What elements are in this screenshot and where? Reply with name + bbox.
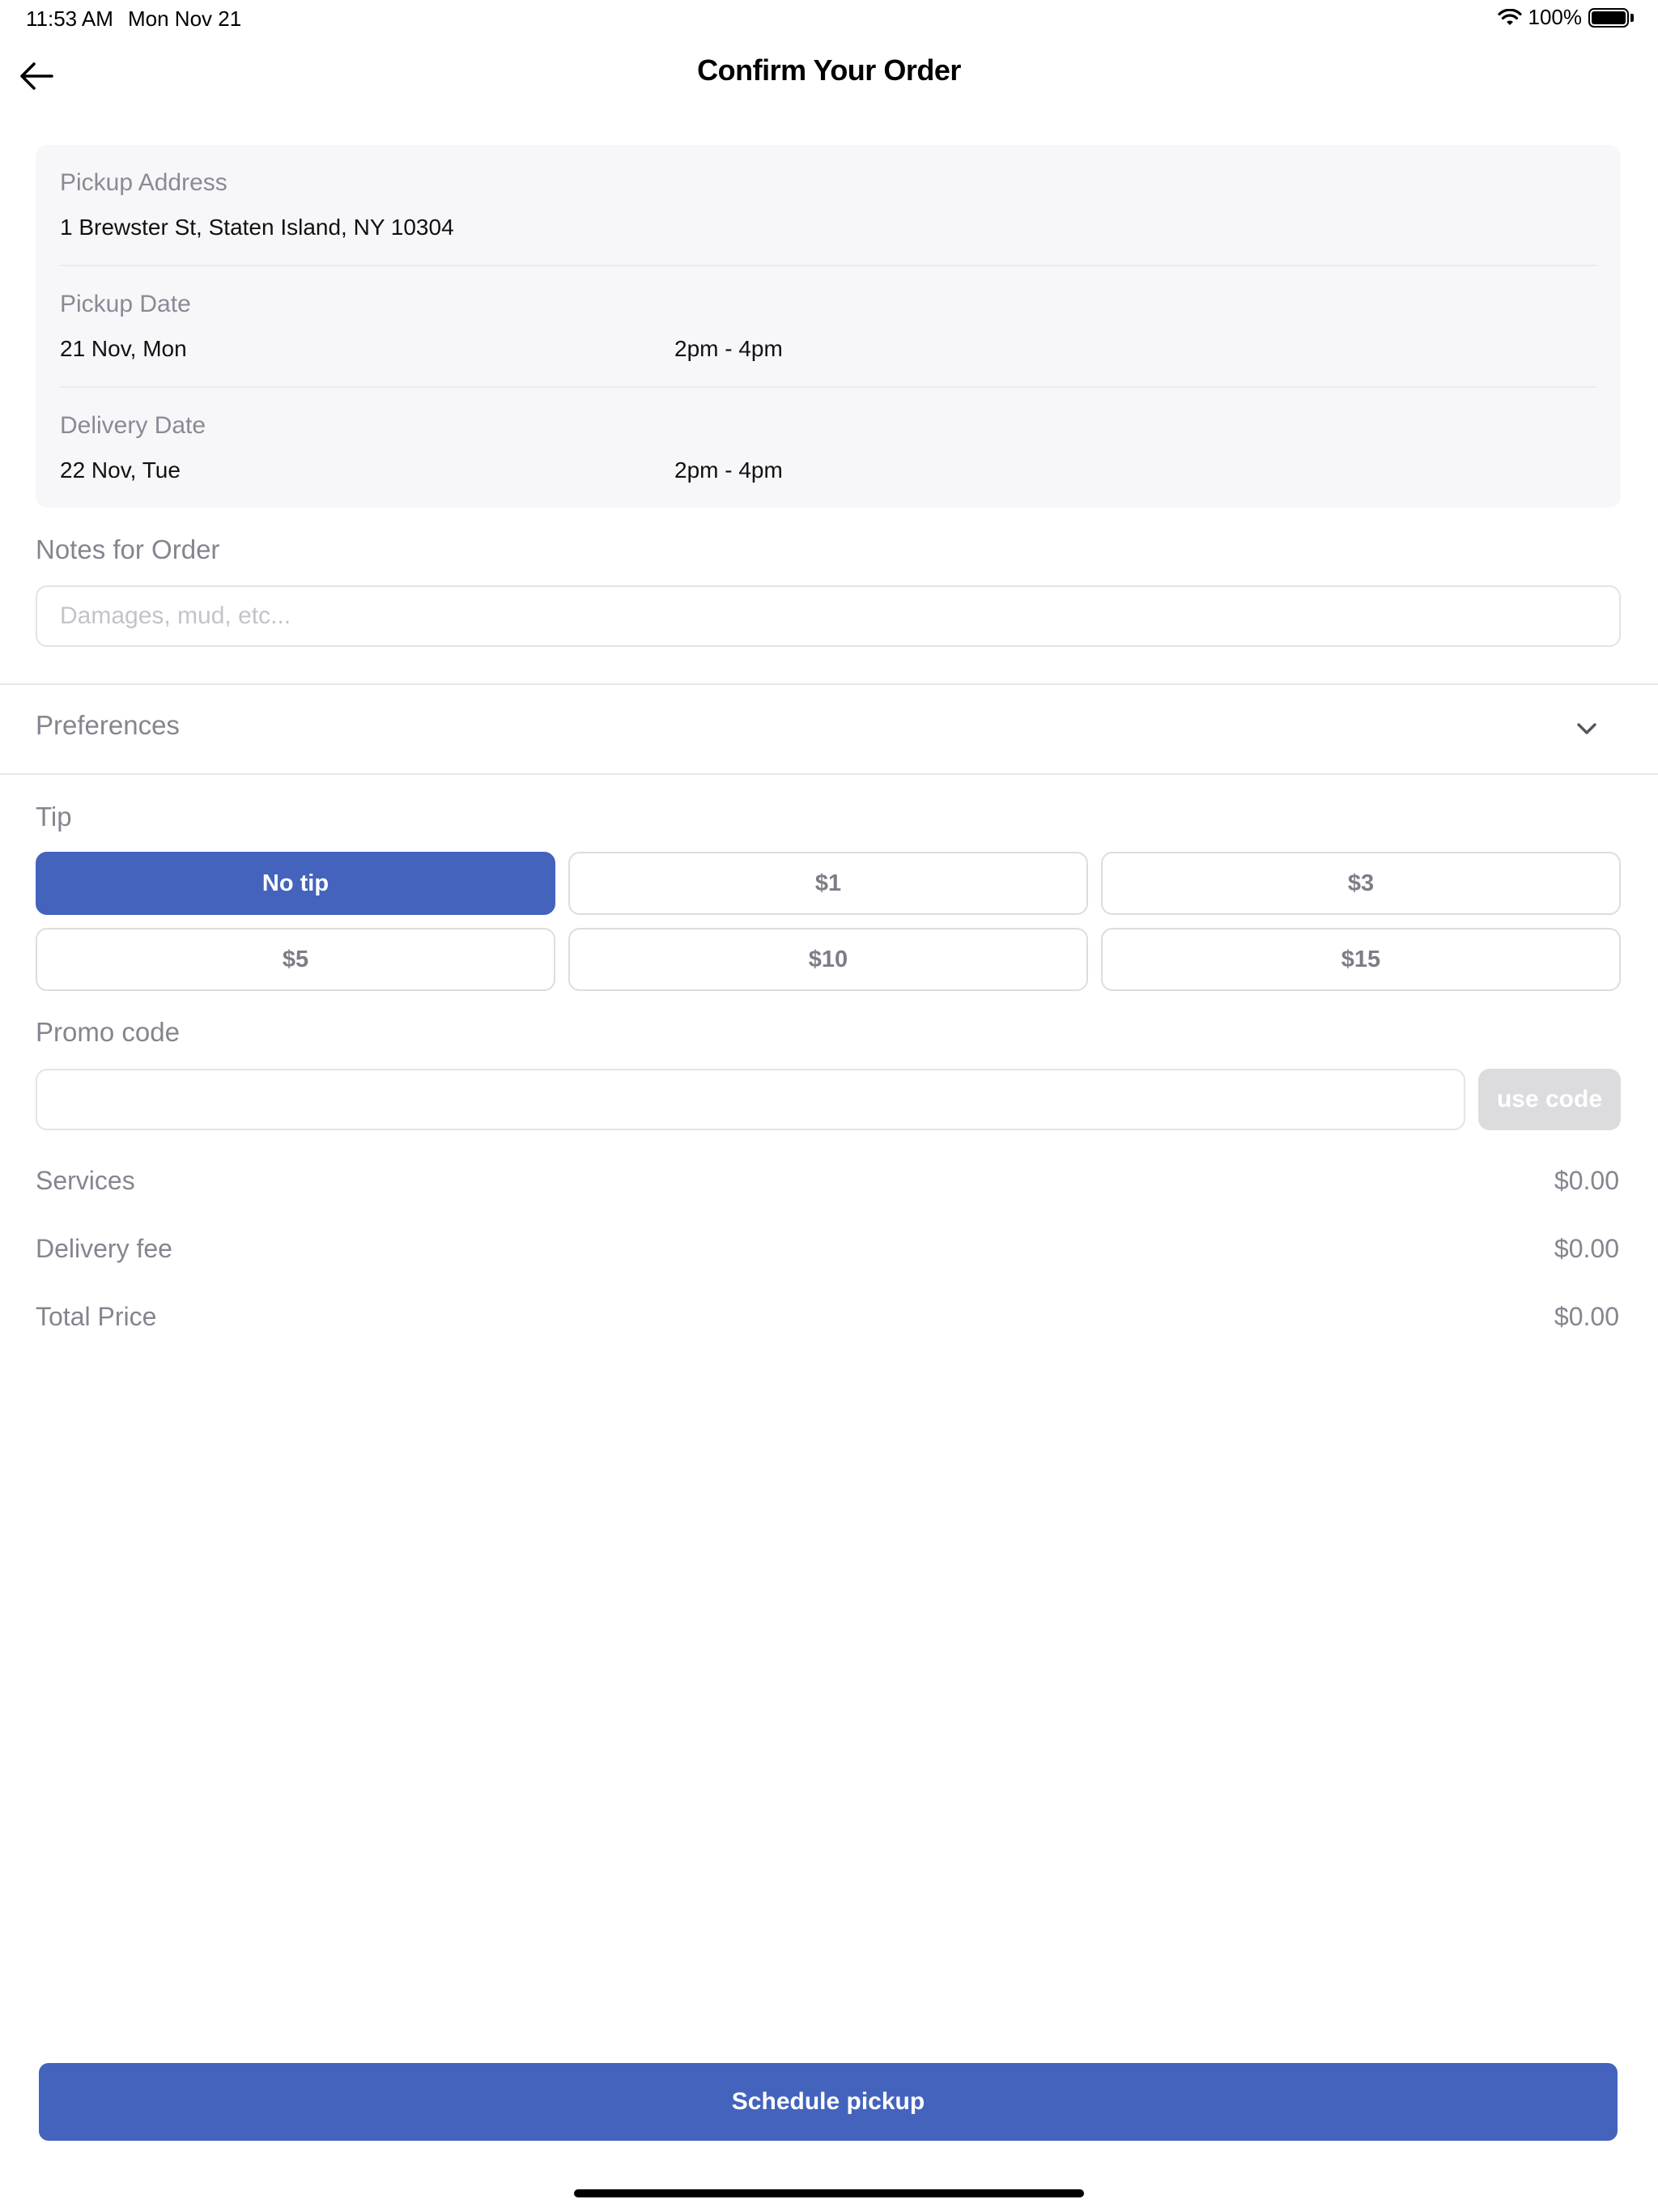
preferences-toggle[interactable]: Preferences [36,710,180,741]
tip-option-no-tip[interactable]: No tip [36,852,555,915]
chevron-down-icon[interactable] [1572,714,1601,743]
delivery-date-value: 22 Nov, Tue [60,457,181,483]
wifi-icon [1497,8,1522,27]
order-summary-card: Pickup Address 1 Brewster St, Staten Isl… [36,145,1621,508]
battery-percent: 100% [1528,5,1583,29]
promo-label: Promo code [36,1017,180,1047]
delivery-time-value: 2pm - 4pm [674,457,783,483]
home-indicator [574,2189,1084,2197]
page-title: Confirm Your Order [697,53,961,87]
delivery-fee-value: $0.00 [1554,1234,1619,1263]
tip-option-15[interactable]: $15 [1101,928,1621,991]
tip-label: Tip [36,802,72,832]
use-code-button[interactable]: use code [1478,1069,1621,1130]
divider [0,773,1658,775]
tip-option-10[interactable]: $10 [568,928,1088,991]
status-date: Mon Nov 21 [128,6,242,31]
pickup-address-value: 1 Brewster St, Staten Island, NY 10304 [60,215,454,240]
status-time: 11:53 AM [26,6,113,31]
battery-icon [1588,7,1634,28]
services-label: Services [36,1166,135,1195]
schedule-pickup-button[interactable]: Schedule pickup [39,2063,1618,2141]
pickup-time-value: 2pm - 4pm [674,336,783,361]
pickup-date-value: 21 Nov, Mon [60,336,187,361]
pickup-address-label: Pickup Address [60,169,227,196]
pickup-date-label: Pickup Date [60,291,191,317]
tip-option-1[interactable]: $1 [568,852,1088,915]
services-value: $0.00 [1554,1166,1619,1195]
tip-option-5[interactable]: $5 [36,928,555,991]
notes-input[interactable] [36,585,1621,647]
status-indicators: 100% [1497,5,1634,30]
total-price-label: Total Price [36,1302,157,1331]
divider [60,265,1596,266]
divider [60,386,1596,388]
tip-option-3[interactable]: $3 [1101,852,1621,915]
delivery-date-label: Delivery Date [60,412,206,439]
delivery-fee-label: Delivery fee [36,1234,172,1263]
divider [0,683,1658,685]
promo-code-input[interactable] [36,1069,1465,1130]
total-price-value: $0.00 [1554,1302,1619,1331]
notes-label: Notes for Order [36,534,220,564]
